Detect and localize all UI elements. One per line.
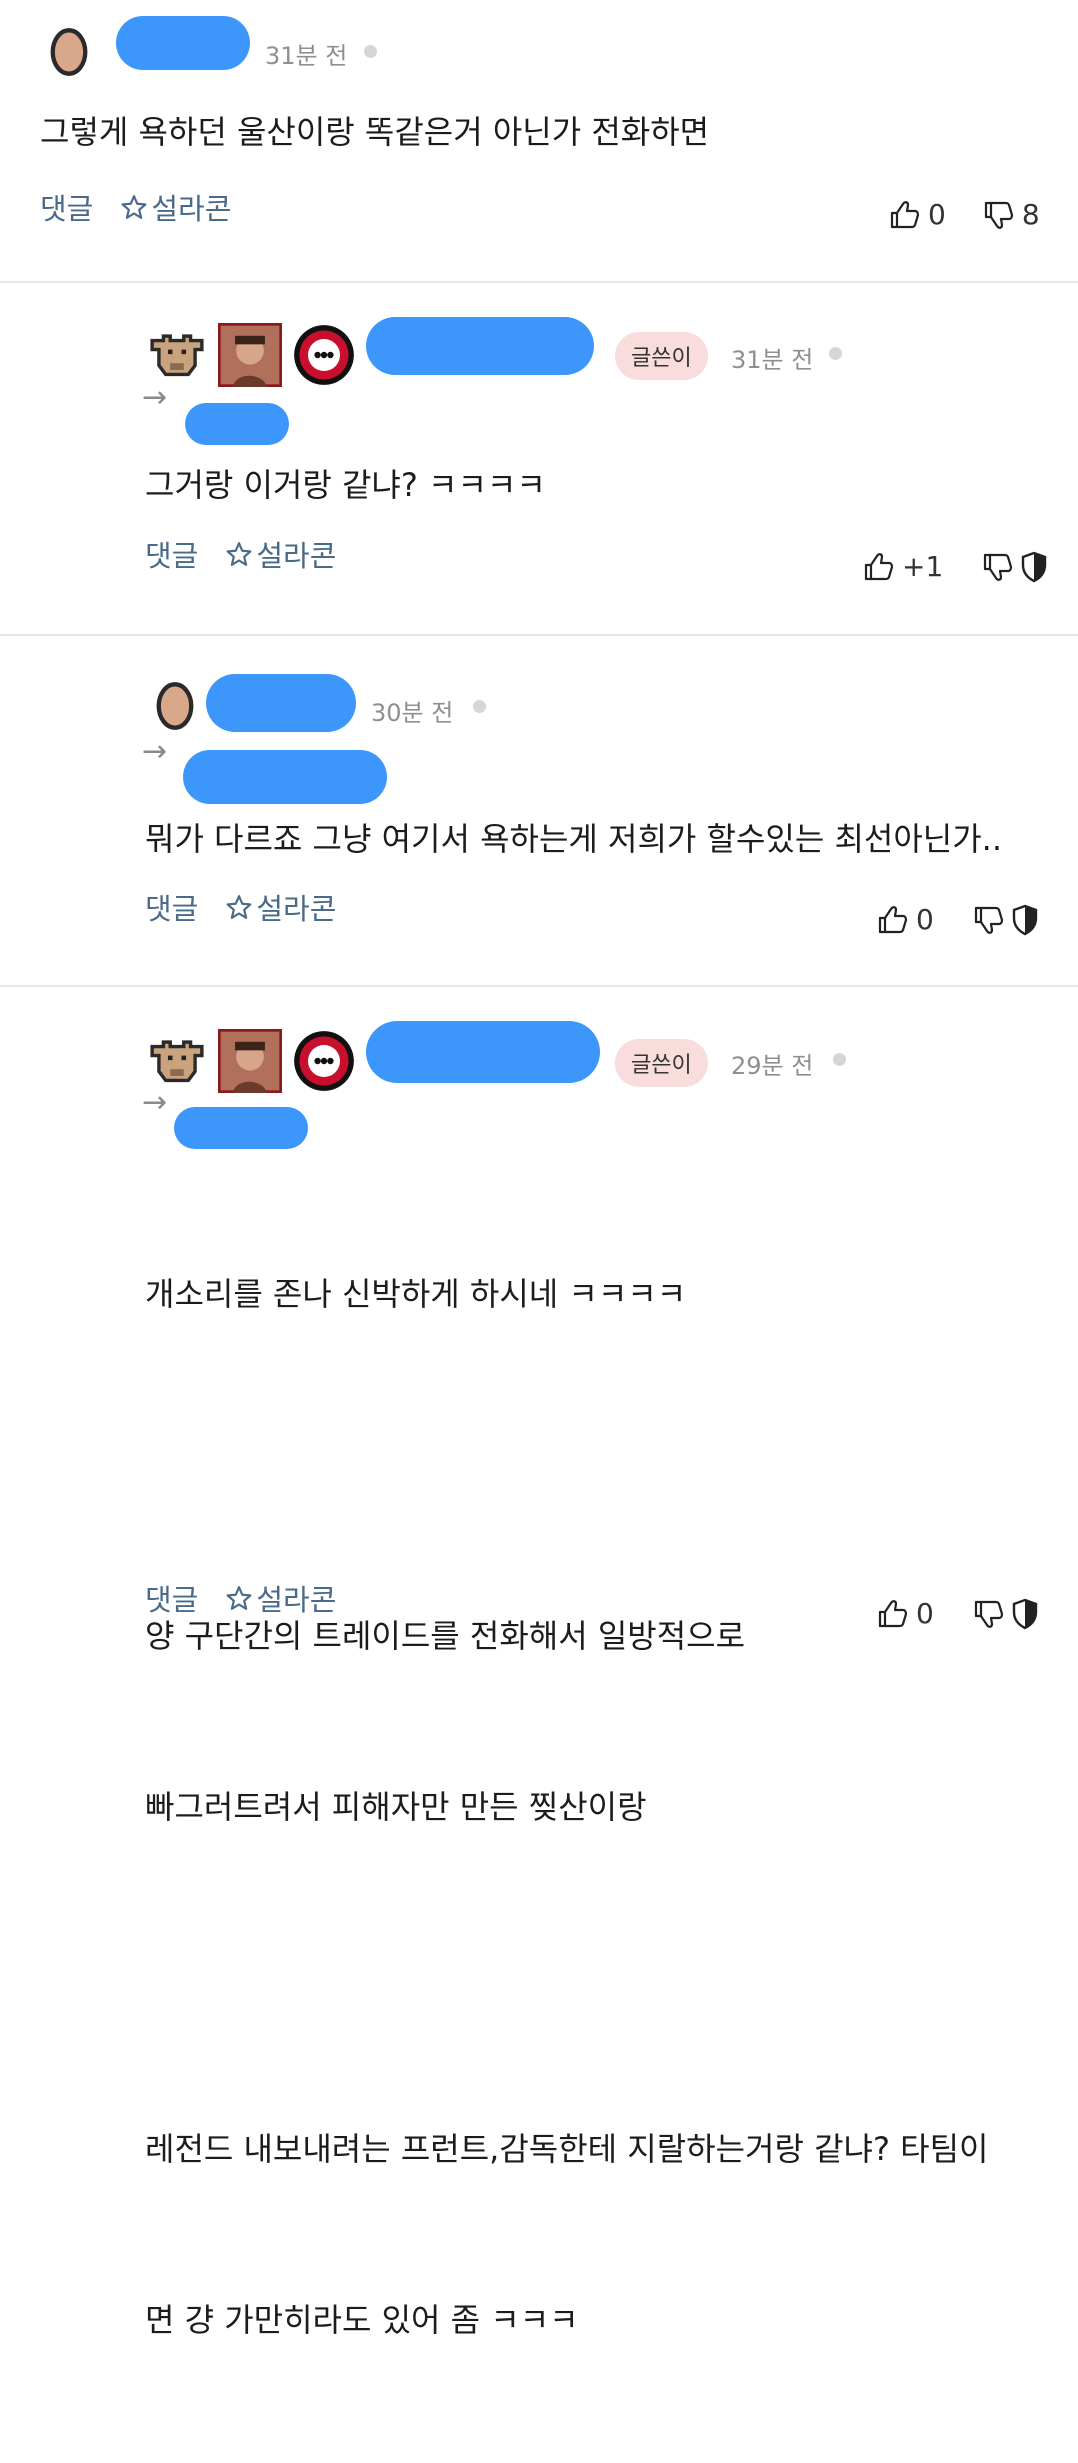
comment-4: 글쓴이 29분 전 → 개소리를 존나 신박하게 하시네 ㅋㅋㅋㅋ 양 구단간의… — [0, 987, 1078, 2339]
favorite-button[interactable]: 설라콘 — [226, 1577, 336, 1619]
thumbs-up-icon — [878, 1599, 908, 1627]
upvote-count: 0 — [928, 198, 946, 231]
comment-text: 뭐가 다르죠 그냥 여기서 욕하는게 저희가 할수있는 최선아닌가.. — [145, 820, 1002, 858]
thumbs-up-icon — [878, 905, 908, 933]
club-emblem-icon — [294, 1031, 354, 1091]
status-dot — [833, 1053, 846, 1066]
comment-time: 31분 전 — [265, 42, 348, 70]
bull-head-icon — [150, 1040, 204, 1083]
comment-time: 31분 전 — [731, 346, 814, 374]
thumbs-down-icon — [974, 1600, 1003, 1628]
favorite-button[interactable]: 설라콘 — [226, 533, 336, 575]
star-outline-icon — [226, 1586, 252, 1610]
comment-actions: 댓글 설라콘 — [145, 533, 336, 575]
block-button[interactable] — [1010, 904, 1040, 936]
arrow-right-icon: → — [142, 380, 168, 415]
thumbs-down-icon — [984, 201, 1013, 229]
comment-text: 개소리를 존나 신박하게 하시네 ㅋㅋㅋㅋ 양 구단간의 트레이드를 전화해서 … — [145, 1152, 988, 2463]
upvote-count: +1 — [902, 550, 944, 583]
redacted-username[interactable] — [206, 674, 356, 732]
redacted-reply-target[interactable] — [174, 1107, 308, 1149]
comment-text-line: 개소리를 존나 신박하게 하시네 ㅋㅋㅋㅋ — [145, 1275, 687, 1313]
star-outline-icon — [226, 895, 252, 919]
comment-1: 31분 전 그렇게 욕하던 울산이랑 똑같은거 아닌가 전화하면 댓글 설라콘 … — [0, 0, 1078, 282]
upvote-count: 0 — [916, 903, 934, 936]
comment-text-line: 면 걍 가만히라도 있어 좀 ㅋㅋㅋ — [145, 2301, 579, 2339]
reply-button[interactable]: 댓글 — [40, 186, 93, 228]
shield-icon — [1022, 551, 1047, 582]
favorite-label: 설라콘 — [256, 892, 337, 926]
player-photo-icon — [218, 323, 282, 387]
upvote-button[interactable]: 0 — [876, 1597, 934, 1630]
favorite-button[interactable]: 설라콘 — [226, 886, 336, 928]
redacted-username[interactable] — [366, 317, 594, 375]
reply-button[interactable]: 댓글 — [145, 533, 198, 575]
block-button[interactable] — [1010, 1598, 1040, 1630]
comment-actions: 댓글 설라콘 — [40, 186, 231, 228]
egg-avatar-icon[interactable] — [155, 680, 195, 732]
star-outline-icon — [226, 542, 252, 566]
comment-text-line: 레전드 내보내려는 프런트,감독한테 지랄하는거랑 같냐? 타팀이 — [145, 2130, 989, 2168]
thumbs-down-icon — [974, 906, 1003, 934]
thumbs-up-icon — [890, 200, 920, 228]
status-dot — [473, 700, 486, 713]
upvote-button[interactable]: +1 — [862, 550, 943, 583]
author-badge: 글쓴이 — [615, 1039, 708, 1087]
status-dot — [364, 45, 377, 58]
comment-actions: 댓글 설라콘 — [145, 1577, 336, 1619]
comment-time: 29분 전 — [731, 1052, 814, 1080]
redacted-reply-target[interactable] — [183, 750, 387, 804]
comment-text-line — [145, 1950, 988, 2007]
player-photo-icon — [218, 1029, 282, 1093]
comment-2: 글쓴이 31분 전 → 그거랑 이거랑 같냐? ㅋㅋㅋㅋ 댓글 설라콘 +1 — [0, 283, 1078, 635]
author-badge: 글쓴이 — [615, 332, 708, 380]
arrow-right-icon: → — [142, 1085, 168, 1120]
vote-area: 0 — [876, 903, 1040, 936]
comment-time: 30분 전 — [371, 699, 454, 727]
favorite-button[interactable]: 설라콘 — [121, 186, 231, 228]
comment-actions: 댓글 설라콘 — [145, 886, 336, 928]
egg-avatar-icon[interactable] — [49, 26, 89, 78]
downvote-button[interactable] — [972, 1598, 1004, 1630]
favorite-label: 설라콘 — [151, 192, 232, 226]
block-button[interactable] — [1019, 551, 1049, 583]
favorite-label: 설라콘 — [256, 1583, 337, 1617]
vote-area: +1 — [862, 550, 1049, 583]
star-outline-icon — [121, 195, 147, 219]
comment-text: 그렇게 욕하던 울산이랑 똑같은거 아닌가 전화하면 — [40, 113, 710, 151]
downvote-button[interactable]: 8 — [982, 198, 1040, 231]
downvote-button[interactable] — [981, 551, 1013, 583]
bull-head-icon — [150, 334, 204, 377]
upvote-button[interactable]: 0 — [888, 198, 946, 231]
favorite-label: 설라콘 — [256, 539, 337, 573]
thumbs-down-icon — [984, 553, 1013, 581]
arrow-right-icon: → — [142, 734, 168, 769]
comment-text-line — [145, 1437, 988, 1494]
redacted-username[interactable] — [116, 16, 250, 70]
vote-area: 0 8 — [888, 198, 1040, 231]
upvote-button[interactable]: 0 — [876, 903, 934, 936]
thumbs-up-icon — [864, 552, 894, 580]
redacted-reply-target[interactable] — [185, 403, 289, 445]
redacted-username[interactable] — [366, 1021, 600, 1083]
upvote-count: 0 — [916, 1597, 934, 1630]
shield-icon — [1012, 1598, 1038, 1629]
comment-3: 30분 전 → 뭐가 다르죠 그냥 여기서 욕하는게 저희가 할수있는 최선아닌… — [0, 636, 1078, 986]
reply-button[interactable]: 댓글 — [145, 1577, 198, 1619]
shield-icon — [1012, 904, 1038, 935]
status-dot — [829, 347, 842, 360]
reply-button[interactable]: 댓글 — [145, 886, 198, 928]
comment-text-line: 빠그러트려서 피해자만 만든 찢산이랑 — [145, 1788, 647, 1826]
downvote-count: 8 — [1021, 198, 1040, 231]
club-emblem-icon — [294, 325, 354, 385]
vote-area: 0 — [876, 1597, 1040, 1630]
comment-text: 그거랑 이거랑 같냐? ㅋㅋㅋㅋ — [145, 466, 546, 504]
downvote-button[interactable] — [972, 904, 1004, 936]
